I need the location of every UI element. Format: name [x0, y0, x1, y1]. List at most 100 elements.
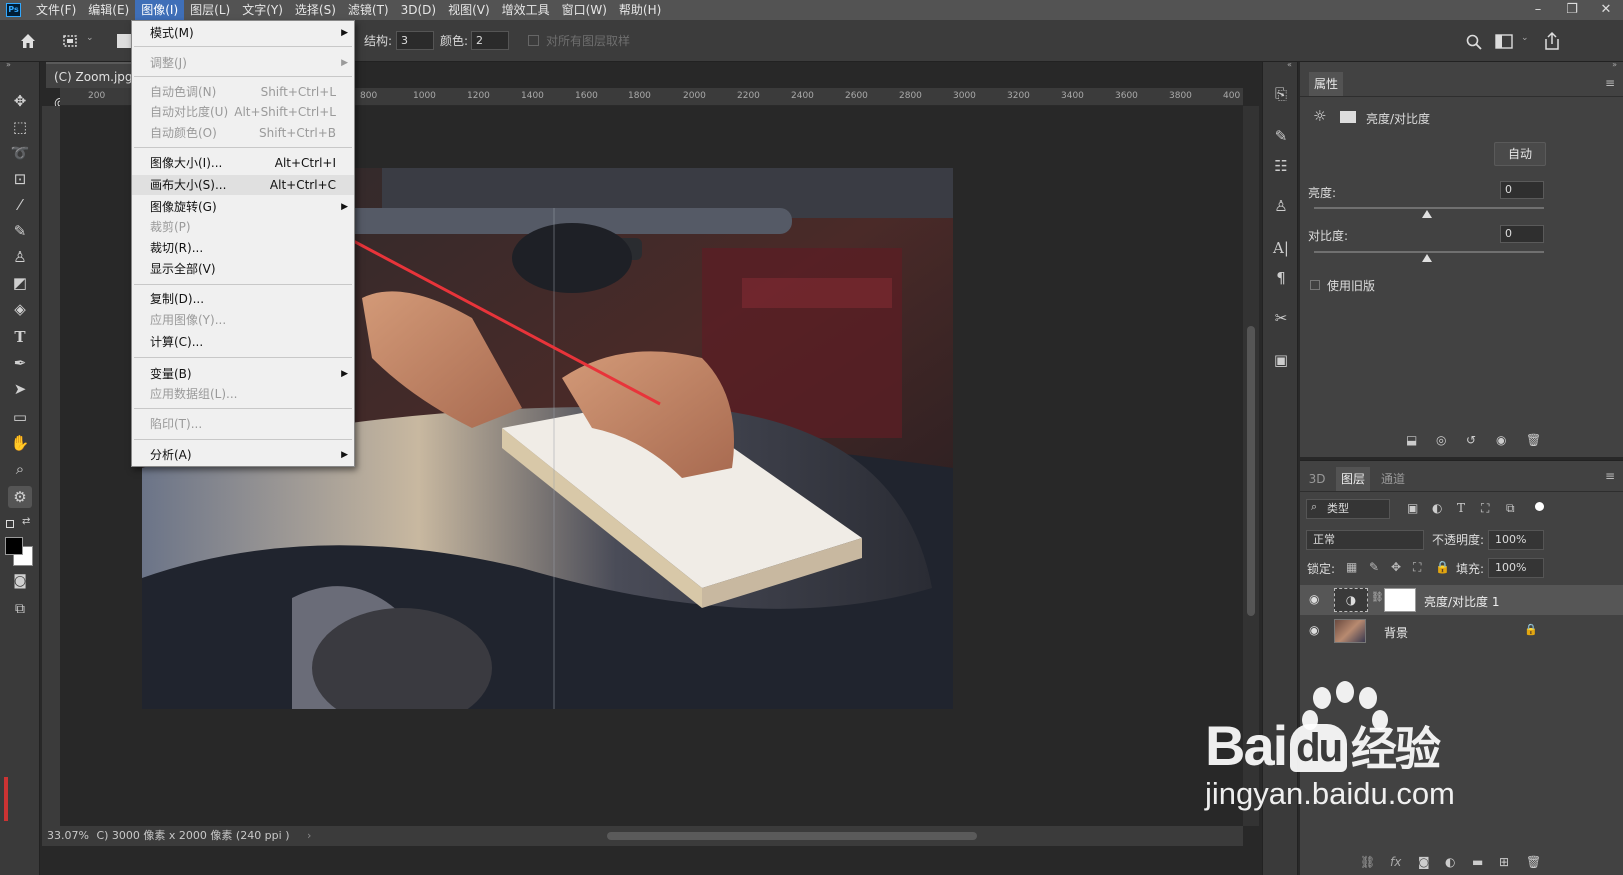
hand-tool-icon[interactable]: ✋ [8, 432, 32, 454]
path-select-tool-icon[interactable]: ➤ [8, 378, 32, 400]
auto-button[interactable]: 自动 [1494, 142, 1546, 166]
marquee-tool-icon[interactable]: ⬚ [8, 116, 32, 138]
paragraph-icon[interactable]: ¶ [1269, 266, 1293, 290]
menu-edit[interactable]: 编辑(E) [82, 0, 135, 20]
brush-settings-icon[interactable]: ✎ [1269, 124, 1293, 148]
patch-tool-preset-icon[interactable] [61, 32, 79, 50]
menu-item-calculations[interactable]: 计算(C)... [132, 332, 354, 352]
foreground-color-swatch[interactable] [5, 537, 23, 555]
lock-all-icon[interactable]: 🔒 [1435, 560, 1450, 574]
share-icon[interactable] [1543, 31, 1561, 51]
contrast-slider-thumb[interactable] [1422, 254, 1432, 262]
filter-toggle-icon[interactable] [1535, 502, 1544, 511]
glyphs-icon[interactable]: ▣ [1269, 348, 1293, 372]
menu-item-image-rotation[interactable]: 图像旋转(G) ▶ [132, 197, 354, 217]
layer-name[interactable]: 亮度/对比度 1 [1424, 593, 1500, 610]
menu-window[interactable]: 窗口(W) [556, 0, 613, 20]
brightness-input[interactable]: 0 [1500, 181, 1544, 199]
menu-item-auto-color[interactable]: 自动颜色(O) Shift+Ctrl+B [132, 123, 354, 143]
menu-image[interactable]: 图像(I) [135, 0, 185, 20]
workspace-icon[interactable] [1495, 34, 1513, 50]
brightness-slider[interactable] [1314, 207, 1544, 209]
legacy-checkbox[interactable] [1310, 280, 1320, 290]
menu-item-trap[interactable]: 陷印(T)... [132, 414, 354, 434]
default-colors-icon[interactable] [6, 520, 14, 528]
filter-shape-icon[interactable]: ⛶ [1481, 501, 1489, 516]
delete-icon[interactable]: 🗑 [1526, 433, 1541, 447]
panel-menu-icon[interactable]: ≡ [1605, 76, 1615, 90]
menu-item-auto-contrast[interactable]: 自动对比度(U) Alt+Shift+Ctrl+L [132, 102, 354, 122]
brightness-slider-thumb[interactable] [1422, 210, 1432, 218]
new-layer-icon[interactable]: ⊞ [1499, 855, 1509, 869]
character-icon[interactable]: A| [1269, 236, 1293, 260]
mode-swatch[interactable] [117, 34, 131, 48]
tab-channels[interactable]: 通道 [1376, 467, 1410, 491]
menu-item-duplicate[interactable]: 复制(D)... [132, 289, 354, 309]
reset-icon[interactable]: ↺ [1466, 433, 1476, 447]
menu-item-trim[interactable]: 裁切(R)... [132, 238, 354, 258]
new-adjustment-icon[interactable]: ◐ [1445, 855, 1455, 869]
link-icon[interactable]: ⛓ [1371, 592, 1384, 603]
blend-mode-select[interactable]: 正常 [1306, 530, 1424, 550]
stamp-tool-icon[interactable]: ♙ [8, 246, 32, 268]
screen-mode-icon[interactable]: ⧉ [8, 598, 32, 620]
menu-view[interactable]: 视图(V) [442, 0, 496, 20]
tab-3d[interactable]: 3D [1306, 467, 1328, 491]
filter-pixel-icon[interactable]: ▣ [1407, 501, 1418, 515]
menu-item-variables[interactable]: 变量(B) ▶ [132, 364, 354, 384]
menu-file[interactable]: 文件(F) [30, 0, 82, 20]
lock-transparent-icon[interactable]: ▦ [1346, 560, 1357, 574]
brush-tool-icon[interactable]: ✎ [8, 220, 32, 242]
visibility-icon[interactable]: ◉ [1496, 433, 1506, 447]
move-tool-icon[interactable]: ✥ [8, 90, 32, 112]
history-icon[interactable]: ⎘ [1269, 82, 1293, 106]
menu-item-crop[interactable]: 裁剪(P) [132, 217, 354, 237]
lock-image-icon[interactable]: ✎ [1369, 560, 1379, 574]
horizontal-scrollbar[interactable] [607, 832, 977, 840]
object-select-tool-icon[interactable]: ⊡ [8, 168, 32, 190]
layer-row[interactable]: ◉ 背景 🔒 [1300, 616, 1623, 646]
menu-item-analysis[interactable]: 分析(A) ▶ [132, 445, 354, 465]
lock-artboard-icon[interactable]: ⛶ [1413, 560, 1421, 575]
edit-toolbar-icon[interactable]: ⚙ [8, 486, 32, 508]
layer-name[interactable]: 背景 [1384, 624, 1408, 641]
eye-icon[interactable]: ◉ [1309, 623, 1319, 637]
menu-filter[interactable]: 滤镜(T) [342, 0, 395, 20]
menu-type[interactable]: 文字(Y) [236, 0, 289, 20]
layer-filter-select[interactable]: 类型 [1306, 499, 1390, 519]
filter-type-icon[interactable]: T [1457, 501, 1465, 515]
chevron-down-icon[interactable]: ⌄ [1521, 33, 1529, 43]
sample-all-checkbox[interactable] [528, 35, 539, 46]
chevron-right-icon[interactable]: › [307, 829, 311, 842]
filter-smart-object-icon[interactable]: ⧉ [1506, 501, 1515, 516]
minimize-icon[interactable]: – [1521, 0, 1555, 20]
menu-layer[interactable]: 图层(L) [184, 0, 236, 20]
zoom-tool-icon[interactable]: ⌕ [8, 458, 32, 480]
menu-item-apply-image[interactable]: 应用图像(Y)... [132, 310, 354, 330]
link-layers-icon[interactable]: ⛓ [1360, 855, 1375, 869]
lasso-tool-icon[interactable]: ➰ [8, 142, 32, 164]
eraser-tool-icon[interactable]: ◩ [8, 272, 32, 294]
menu-plugins[interactable]: 增效工具 [496, 0, 556, 20]
layer-mask-thumbnail[interactable] [1384, 588, 1416, 612]
filter-adjustment-icon[interactable]: ◐ [1432, 501, 1442, 515]
bucket-tool-icon[interactable]: ◈ [8, 298, 32, 320]
color-field[interactable]: 2 [471, 31, 509, 50]
fx-icon[interactable]: fx [1390, 855, 1401, 869]
collapse-icon[interactable]: » [6, 60, 11, 69]
pen-tool-icon[interactable]: ✒ [8, 352, 32, 374]
menu-item-canvas-size[interactable]: 画布大小(S)... Alt+Ctrl+C [132, 175, 354, 195]
menu-item-adjustments[interactable]: 调整(J) ▶ [132, 53, 354, 73]
new-group-icon[interactable]: ▬ [1472, 855, 1483, 869]
chevron-down-icon[interactable]: ⌄ [86, 33, 94, 43]
layer-row[interactable]: ◉ ◑ ⛓ 亮度/对比度 1 [1300, 585, 1623, 615]
clip-to-layer-icon[interactable]: ⬓ [1406, 433, 1417, 447]
restore-icon[interactable]: ❐ [1555, 0, 1589, 20]
vertical-scrollbar[interactable] [1247, 326, 1255, 616]
menu-select[interactable]: 选择(S) [289, 0, 342, 20]
menu-item-apply-data-set[interactable]: 应用数据组(L)... [132, 384, 354, 404]
eyedropper-tool-icon[interactable]: ⁄ [8, 194, 32, 216]
menu-help[interactable]: 帮助(H) [613, 0, 667, 20]
menu-3d[interactable]: 3D(D) [395, 0, 442, 20]
collapse-icon[interactable]: » [1612, 60, 1617, 69]
